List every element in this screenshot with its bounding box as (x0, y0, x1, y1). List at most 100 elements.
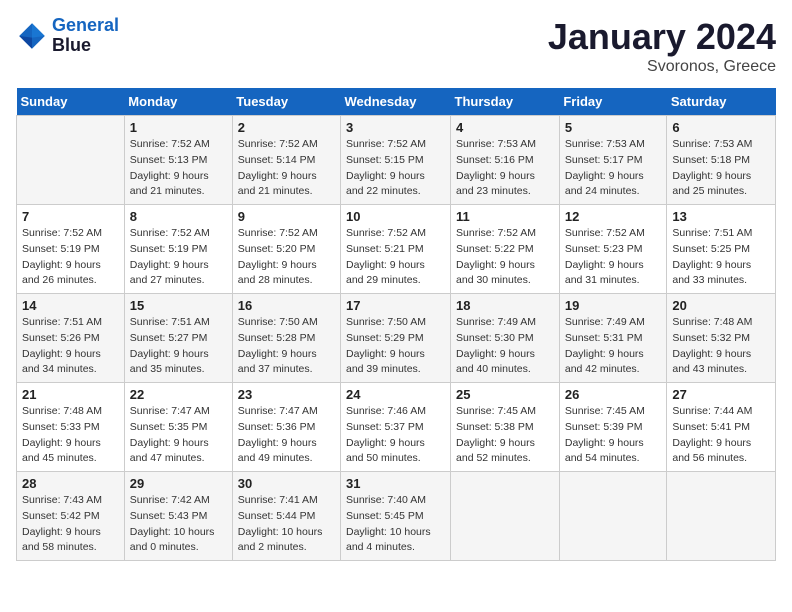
day-number: 11 (456, 209, 554, 224)
logo-text: General Blue (52, 16, 119, 56)
day-info: Sunrise: 7:51 AMSunset: 5:26 PMDaylight:… (22, 315, 119, 378)
day-info: Sunrise: 7:53 AMSunset: 5:17 PMDaylight:… (565, 137, 662, 200)
day-info: Sunrise: 7:50 AMSunset: 5:29 PMDaylight:… (346, 315, 445, 378)
weekday-header: Tuesday (232, 88, 340, 116)
calendar-cell: 6 Sunrise: 7:53 AMSunset: 5:18 PMDaylight… (667, 116, 776, 205)
day-info: Sunrise: 7:52 AMSunset: 5:14 PMDaylight:… (238, 137, 335, 200)
calendar-cell: 13Sunrise: 7:51 AMSunset: 5:25 PMDayligh… (667, 205, 776, 294)
calendar-week-row: 1Sunrise: 7:52 AMSunset: 5:13 PMDaylight… (17, 116, 776, 205)
calendar-cell: 15 Sunrise: 7:51 AMSunset: 5:27 PMDayligh… (124, 294, 232, 383)
calendar-cell: 10 Sunrise: 7:52 AMSunset: 5:21 PMDayligh… (341, 205, 451, 294)
day-number: 31 (346, 476, 445, 491)
day-info: Sunrise: 7:51 AMSunset: 5:27 PMDaylight:… (130, 315, 227, 378)
calendar-cell: 7Sunrise: 7:52 AMSunset: 5:19 PMDaylight… (17, 205, 125, 294)
page-title: January 2024 (548, 16, 776, 58)
day-info: Sunrise: 7:52 AMSunset: 5:21 PMDaylight:… (346, 226, 445, 289)
day-number: 23 (238, 387, 335, 402)
day-info: Sunrise: 7:49 AMSunset: 5:31 PMDaylight:… (565, 315, 662, 378)
day-number: 14 (22, 298, 119, 313)
day-info: Sunrise: 7:45 AMSunset: 5:38 PMDaylight:… (456, 404, 554, 467)
day-info: Sunrise: 7:52 AMSunset: 5:13 PMDaylight:… (130, 137, 227, 200)
day-number: 6 (672, 120, 770, 135)
calendar-table: SundayMondayTuesdayWednesdayThursdayFrid… (16, 88, 776, 561)
calendar-week-row: 7Sunrise: 7:52 AMSunset: 5:19 PMDaylight… (17, 205, 776, 294)
day-info: Sunrise: 7:48 AMSunset: 5:33 PMDaylight:… (22, 404, 119, 467)
day-info: Sunrise: 7:53 AMSunset: 5:16 PMDaylight:… (456, 137, 554, 200)
day-number: 28 (22, 476, 119, 491)
logo: General Blue (16, 16, 119, 56)
weekday-header: Thursday (451, 88, 560, 116)
calendar-cell: 3 Sunrise: 7:52 AMSunset: 5:15 PMDaylight… (341, 116, 451, 205)
day-info: Sunrise: 7:52 AMSunset: 5:22 PMDaylight:… (456, 226, 554, 289)
calendar-cell: 16 Sunrise: 7:50 AMSunset: 5:28 PMDayligh… (232, 294, 340, 383)
day-number: 29 (130, 476, 227, 491)
calendar-cell (17, 116, 125, 205)
day-info: Sunrise: 7:41 AMSunset: 5:44 PMDaylight:… (238, 493, 335, 556)
day-info: Sunrise: 7:52 AMSunset: 5:19 PMDaylight:… (22, 226, 119, 289)
weekday-header-row: SundayMondayTuesdayWednesdayThursdayFrid… (17, 88, 776, 116)
day-info: Sunrise: 7:50 AMSunset: 5:28 PMDaylight:… (238, 315, 335, 378)
day-info: Sunrise: 7:44 AMSunset: 5:41 PMDaylight:… (672, 404, 770, 467)
calendar-cell: 31Sunrise: 7:40 AMSunset: 5:45 PMDayligh… (341, 472, 451, 561)
day-number: 12 (565, 209, 662, 224)
day-number: 20 (672, 298, 770, 313)
logo-icon (16, 20, 48, 52)
calendar-cell: 24Sunrise: 7:46 AMSunset: 5:37 PMDayligh… (341, 383, 451, 472)
calendar-cell (559, 472, 667, 561)
calendar-cell: 17Sunrise: 7:50 AMSunset: 5:29 PMDayligh… (341, 294, 451, 383)
calendar-cell: 18 Sunrise: 7:49 AMSunset: 5:30 PMDayligh… (451, 294, 560, 383)
day-number: 10 (346, 209, 445, 224)
day-info: Sunrise: 7:53 AMSunset: 5:18 PMDaylight:… (672, 137, 770, 200)
weekday-header: Wednesday (341, 88, 451, 116)
day-info: Sunrise: 7:45 AMSunset: 5:39 PMDaylight:… (565, 404, 662, 467)
day-info: Sunrise: 7:52 AMSunset: 5:20 PMDaylight:… (238, 226, 335, 289)
day-number: 27 (672, 387, 770, 402)
day-number: 26 (565, 387, 662, 402)
calendar-cell: 20 Sunrise: 7:48 AMSunset: 5:32 PMDayligh… (667, 294, 776, 383)
title-block: January 2024 Svoronos, Greece (548, 16, 776, 76)
calendar-cell: 11 Sunrise: 7:52 AMSunset: 5:22 PMDayligh… (451, 205, 560, 294)
calendar-cell: 19Sunrise: 7:49 AMSunset: 5:31 PMDayligh… (559, 294, 667, 383)
calendar-cell: 27 Sunrise: 7:44 AMSunset: 5:41 PMDayligh… (667, 383, 776, 472)
day-number: 15 (130, 298, 227, 313)
calendar-cell: 2Sunrise: 7:52 AMSunset: 5:14 PMDaylight… (232, 116, 340, 205)
calendar-cell: 29 Sunrise: 7:42 AMSunset: 5:43 PMDayligh… (124, 472, 232, 561)
calendar-cell: 9Sunrise: 7:52 AMSunset: 5:20 PMDaylight… (232, 205, 340, 294)
weekday-header: Monday (124, 88, 232, 116)
calendar-cell: 26 Sunrise: 7:45 AMSunset: 5:39 PMDayligh… (559, 383, 667, 472)
calendar-week-row: 14 Sunrise: 7:51 AMSunset: 5:26 PMDayligh… (17, 294, 776, 383)
day-info: Sunrise: 7:52 AMSunset: 5:15 PMDaylight:… (346, 137, 445, 200)
day-info: Sunrise: 7:49 AMSunset: 5:30 PMDaylight:… (456, 315, 554, 378)
day-info: Sunrise: 7:52 AMSunset: 5:19 PMDaylight:… (130, 226, 227, 289)
calendar-cell: 21Sunrise: 7:48 AMSunset: 5:33 PMDayligh… (17, 383, 125, 472)
day-number: 3 (346, 120, 445, 135)
day-number: 30 (238, 476, 335, 491)
day-number: 16 (238, 298, 335, 313)
calendar-cell: 22Sunrise: 7:47 AMSunset: 5:35 PMDayligh… (124, 383, 232, 472)
calendar-cell: 12 Sunrise: 7:52 AMSunset: 5:23 PMDayligh… (559, 205, 667, 294)
weekday-header: Friday (559, 88, 667, 116)
calendar-cell: 30 Sunrise: 7:41 AMSunset: 5:44 PMDayligh… (232, 472, 340, 561)
page-subtitle: Svoronos, Greece (548, 58, 776, 76)
calendar-week-row: 21Sunrise: 7:48 AMSunset: 5:33 PMDayligh… (17, 383, 776, 472)
day-number: 18 (456, 298, 554, 313)
calendar-cell: 8 Sunrise: 7:52 AMSunset: 5:19 PMDaylight… (124, 205, 232, 294)
calendar-cell (451, 472, 560, 561)
calendar-cell: 23Sunrise: 7:47 AMSunset: 5:36 PMDayligh… (232, 383, 340, 472)
calendar-cell: 28Sunrise: 7:43 AMSunset: 5:42 PMDayligh… (17, 472, 125, 561)
calendar-cell: 25Sunrise: 7:45 AMSunset: 5:38 PMDayligh… (451, 383, 560, 472)
calendar-cell: 4 Sunrise: 7:53 AMSunset: 5:16 PMDaylight… (451, 116, 560, 205)
day-number: 8 (130, 209, 227, 224)
day-info: Sunrise: 7:47 AMSunset: 5:35 PMDaylight:… (130, 404, 227, 467)
day-info: Sunrise: 7:52 AMSunset: 5:23 PMDaylight:… (565, 226, 662, 289)
weekday-header: Sunday (17, 88, 125, 116)
calendar-cell (667, 472, 776, 561)
logo-line1: General (52, 15, 119, 35)
calendar-cell: 14 Sunrise: 7:51 AMSunset: 5:26 PMDayligh… (17, 294, 125, 383)
day-number: 24 (346, 387, 445, 402)
day-info: Sunrise: 7:48 AMSunset: 5:32 PMDaylight:… (672, 315, 770, 378)
logo-line2: Blue (52, 36, 119, 56)
day-info: Sunrise: 7:42 AMSunset: 5:43 PMDaylight:… (130, 493, 227, 556)
weekday-header: Saturday (667, 88, 776, 116)
day-number: 4 (456, 120, 554, 135)
